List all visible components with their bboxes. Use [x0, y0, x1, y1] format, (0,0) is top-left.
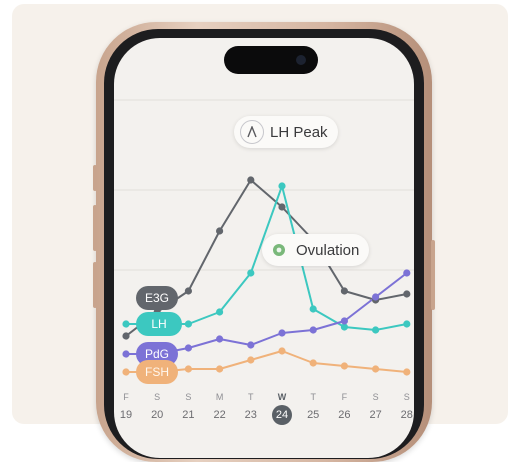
fsh-data-point[interactable] — [216, 365, 224, 373]
fsh-data-point[interactable] — [247, 356, 255, 364]
day-number: 20 — [151, 409, 164, 421]
weekday-letter: S — [154, 392, 161, 402]
lh-data-point[interactable] — [216, 308, 224, 316]
pdg-data-point[interactable] — [278, 329, 286, 337]
lh-data-point[interactable] — [309, 305, 317, 313]
fsh-data-point[interactable] — [122, 368, 130, 376]
lh-data-point[interactable] — [122, 320, 130, 328]
pdg-data-point[interactable] — [403, 269, 411, 277]
weekday-letter: F — [123, 392, 129, 402]
day-number: 27 — [369, 409, 382, 421]
day-column[interactable]: S 27 — [364, 391, 388, 425]
weekday-letter: S — [185, 392, 192, 402]
legend-label: E3G — [144, 291, 169, 305]
pdg-data-point[interactable] — [216, 335, 224, 343]
day-number: 26 — [338, 409, 351, 421]
legend-label: FSH — [145, 365, 169, 379]
legend-label: LH — [151, 317, 167, 331]
day-column[interactable]: F 26 — [332, 391, 356, 425]
pdg-data-point[interactable] — [309, 326, 317, 334]
e3g-data-point[interactable] — [278, 203, 286, 211]
lh-data-point[interactable] — [403, 320, 411, 328]
lh-peak-label: LH Peak — [270, 123, 328, 141]
lh-data-point[interactable] — [247, 269, 255, 277]
day-column[interactable]: S 21 — [176, 391, 200, 425]
day-column[interactable]: W 24 — [270, 391, 294, 425]
fsh-data-point[interactable] — [403, 368, 411, 376]
day-column[interactable]: M 22 — [208, 391, 232, 425]
e3g-data-point[interactable] — [403, 290, 411, 298]
phone-screen: E3G LH PdG FSH LH Peak Ovulation F 19 S 20 S 21 M… — [114, 38, 414, 458]
e3g-data-point[interactable] — [340, 287, 348, 295]
day-column[interactable]: T 23 — [239, 391, 263, 425]
weekday-letter: W — [277, 392, 287, 402]
legend-pill-e3g[interactable]: E3G — [136, 286, 178, 310]
weekday-letter: T — [248, 392, 254, 402]
e3g-data-point[interactable] — [184, 287, 192, 295]
ovulation-icon — [268, 239, 290, 261]
fsh-data-point[interactable] — [309, 359, 317, 367]
fsh-data-point[interactable] — [340, 362, 348, 370]
day-column[interactable]: F 19 — [114, 391, 138, 425]
day-number: 19 — [119, 409, 133, 421]
lh-data-point[interactable] — [278, 182, 286, 190]
e3g-data-point[interactable] — [216, 227, 224, 235]
fsh-data-point[interactable] — [278, 347, 286, 355]
phone-power-button — [431, 240, 435, 310]
day-number: 28 — [400, 409, 413, 421]
day-number: 21 — [182, 409, 195, 421]
fsh-data-point[interactable] — [184, 365, 192, 373]
selected-day-number: 24 — [272, 405, 292, 425]
pdg-data-point[interactable] — [184, 344, 192, 352]
phone-volume-up-button — [93, 205, 97, 251]
pdg-data-point[interactable] — [122, 350, 130, 358]
day-number: 25 — [307, 409, 320, 421]
day-column[interactable]: T 25 — [301, 391, 325, 425]
weekday-letter: F — [341, 392, 348, 402]
lh-peak-callout[interactable]: LH Peak — [234, 116, 338, 148]
e3g-data-point[interactable] — [122, 332, 130, 340]
weekday-letter: S — [403, 392, 410, 402]
day-column[interactable]: S 20 — [145, 391, 169, 425]
phone-volume-down-button — [93, 262, 97, 308]
fsh-data-point[interactable] — [372, 365, 380, 373]
e3g-data-point[interactable] — [247, 176, 255, 184]
weekday-letter: M — [215, 392, 224, 402]
ovulation-callout[interactable]: Ovulation — [262, 234, 370, 266]
pdg-data-point[interactable] — [372, 293, 380, 301]
pdg-data-point[interactable] — [340, 317, 348, 325]
camera-icon — [296, 55, 306, 65]
legend-label: PdG — [144, 347, 169, 361]
phone-action-button — [93, 165, 97, 191]
ovulation-label: Ovulation — [296, 241, 360, 259]
lh-data-point[interactable] — [372, 326, 380, 334]
weekday-letter: S — [372, 392, 379, 402]
pdg-data-point[interactable] — [247, 341, 255, 349]
peak-icon — [240, 120, 264, 144]
lh-data-point[interactable] — [184, 320, 192, 328]
legend-pill-fsh[interactable]: FSH — [136, 360, 178, 384]
day-number: 23 — [244, 409, 257, 421]
legend-pill-lh[interactable]: LH — [136, 312, 182, 336]
day-number: 22 — [213, 409, 226, 421]
weekday-letter: T — [310, 392, 316, 402]
day-column[interactable]: S 28 — [395, 391, 414, 425]
